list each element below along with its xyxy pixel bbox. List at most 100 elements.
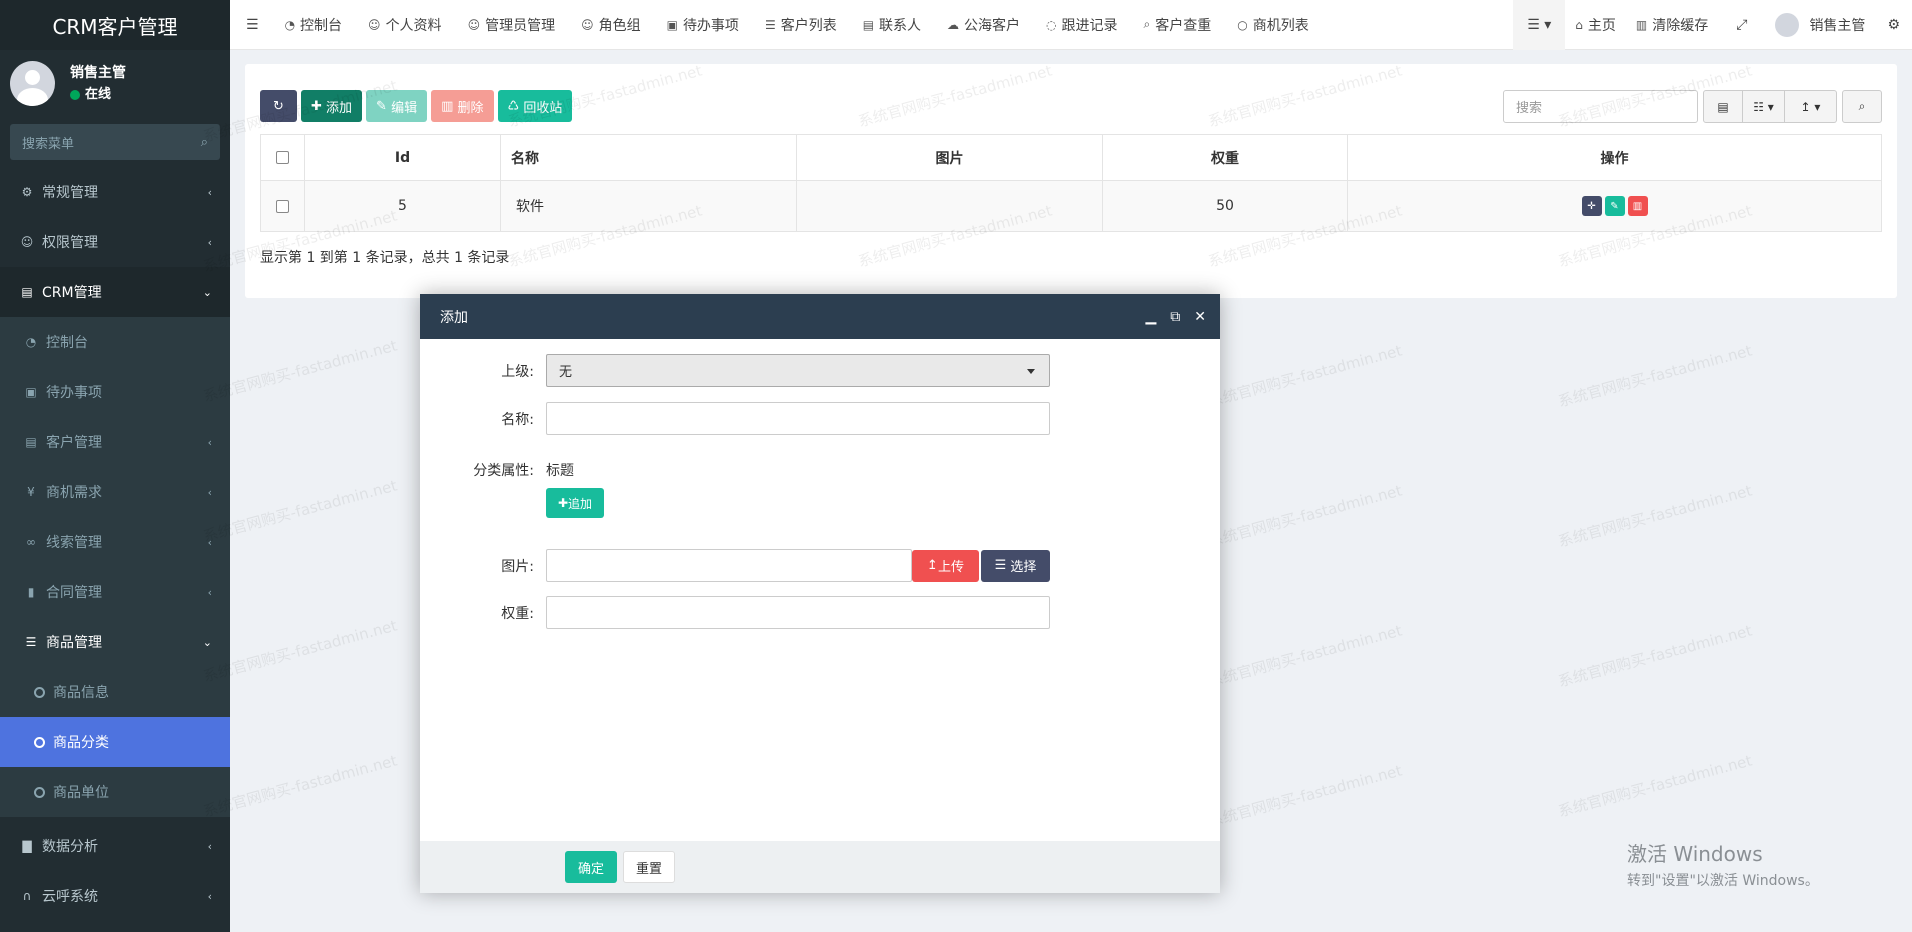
name-input[interactable] <box>546 402 1050 435</box>
tab-dashboard[interactable]: ◔ 控制台 <box>272 0 355 50</box>
row-edit-button[interactable]: ✎ <box>1604 196 1625 216</box>
menu-search-input[interactable]: 搜索菜单 ⌕ <box>10 124 220 160</box>
select-all-checkbox[interactable] <box>276 151 289 164</box>
weight-input[interactable] <box>546 596 1050 629</box>
drag-sort-button[interactable]: ✛ <box>1581 196 1602 216</box>
col-header-weight[interactable]: 权重 <box>1103 135 1348 180</box>
row-select-cell <box>261 181 305 231</box>
sidebar-item-dashboard[interactable]: ◔ 控制台 <box>0 317 230 367</box>
home-link[interactable]: ⌂ 主页 <box>1565 0 1626 50</box>
tab-dedupe[interactable]: ⌕ 客户查重 <box>1131 0 1225 50</box>
delete-button[interactable]: ▥ 删除 <box>431 90 494 122</box>
reset-button[interactable]: 重置 <box>623 851 675 883</box>
tab-profile[interactable]: ☺ 个人资料 <box>355 0 455 50</box>
sidebar-item-leads[interactable]: ∞ 线索管理 ‹ <box>0 517 230 567</box>
columns-button[interactable]: ☷ ▾ <box>1743 90 1785 123</box>
image-input[interactable] <box>546 549 912 582</box>
idcard-icon: ▤ <box>21 285 33 299</box>
sidebar-item-product-unit[interactable]: 商品单位 <box>0 767 230 817</box>
row-checkbox[interactable] <box>276 199 289 213</box>
clear-cache-label: 清除缓存 <box>1652 18 1709 34</box>
image-row: 图片: ↥ 上传 ☰ 选择 <box>420 549 1050 582</box>
row-delete-button[interactable]: ▥ <box>1627 196 1648 216</box>
toolbar-right: 搜索 ▤ ☷ ▾ ↥ ▾ ⌕ <box>1503 90 1882 123</box>
avatar <box>10 61 55 106</box>
col-header-name[interactable]: 名称 <box>501 135 797 180</box>
list-icon: ☰ <box>25 635 37 649</box>
tab-label: 商机列表 <box>1252 17 1309 34</box>
watermark: 系统官网购买-fastadmin.net <box>1556 621 1755 691</box>
tab-todo[interactable]: ▣ 待办事项 <box>654 0 752 50</box>
attr-add-button[interactable]: ✚ 追加 <box>546 488 604 518</box>
tab-opportunities[interactable]: ○ 商机列表 <box>1224 0 1321 50</box>
table-search-input[interactable]: 搜索 <box>1503 90 1698 123</box>
tab-label: 待办事项 <box>682 17 739 34</box>
sidebar-item-contracts[interactable]: ▮ 合同管理 ‹ <box>0 567 230 617</box>
cell-id: 5 <box>305 181 501 231</box>
watermark: 系统官网购买-fastadmin.net <box>1556 751 1755 821</box>
search-button[interactable]: ⌕ <box>1842 90 1882 123</box>
clear-cache-button[interactable]: ▥ 清除缓存 <box>1626 0 1718 50</box>
parent-label: 上级: <box>501 363 534 380</box>
choose-button[interactable]: ☰ 选择 <box>981 549 1050 582</box>
cell-image <box>797 181 1103 231</box>
sidebar-item-auth[interactable]: ☺ 权限管理 ‹ <box>0 217 230 267</box>
table-row[interactable]: 5 软件 50 ✛ ✎ ▥ <box>261 181 1881 231</box>
dashboard-icon: ◔ <box>284 17 296 32</box>
sidebar-item-analytics[interactable]: ▇ 数据分析 ‹ <box>0 817 230 871</box>
sidebar-item-business[interactable]: ¥ 商机需求 ‹ <box>0 467 230 517</box>
sidebar-item-product-info[interactable]: 商品信息 <box>0 667 230 717</box>
tab-customer-list[interactable]: ☰ 客户列表 <box>752 0 850 50</box>
upload-label: 上传 <box>937 560 964 575</box>
tab-dropdown-icon[interactable]: ☰ ▾ <box>1513 0 1566 50</box>
tab-admin[interactable]: ☺ 管理员管理 <box>455 0 569 50</box>
col-header-id[interactable]: Id <box>305 135 501 180</box>
sidebar-item-label: 线索管理 <box>46 535 102 551</box>
menu-toggle-icon[interactable]: ☰ <box>230 0 272 50</box>
parent-select[interactable]: 无 <box>546 354 1050 387</box>
trash-icon: ▥ <box>1632 200 1643 212</box>
watermark: 系统官网购买-fastadmin.net <box>1556 341 1755 411</box>
confirm-button[interactable]: 确定 <box>565 851 617 883</box>
settings-icon[interactable]: ⚙ <box>1875 0 1912 50</box>
refresh-button[interactable]: ↻ <box>260 90 297 122</box>
sidebar-item-todo[interactable]: ▣ 待办事项 <box>0 367 230 417</box>
tab-roles[interactable]: ☺ 角色组 <box>568 0 654 50</box>
image-label: 图片: <box>501 558 534 575</box>
recycle-button[interactable]: ♺ 回收站 <box>497 90 573 122</box>
tab-followup[interactable]: ◌ 跟进记录 <box>1033 0 1130 50</box>
close-icon[interactable]: ✕ <box>1194 309 1206 325</box>
tab-contacts[interactable]: ▤ 联系人 <box>850 0 934 50</box>
minimize-icon[interactable]: ▁ <box>1145 309 1156 325</box>
sidebar-item-products[interactable]: ☰ 商品管理 ⌄ <box>0 617 230 667</box>
upload-button[interactable]: ↥ 上传 <box>912 549 979 582</box>
fullscreen-icon[interactable]: ⤢ <box>1718 0 1765 50</box>
tab-label: 公海客户 <box>964 17 1021 34</box>
sidebar-item-product-category[interactable]: 商品分类 <box>0 717 230 767</box>
cloud-icon: ☁ <box>947 17 960 32</box>
delete-label: 删除 <box>457 100 484 116</box>
recycle-label: 回收站 <box>523 100 563 116</box>
chevron-left-icon: ‹ <box>207 839 212 853</box>
search-icon[interactable]: ⌕ <box>201 135 208 150</box>
watermark: 系统官网购买-fastadmin.net <box>1206 761 1405 831</box>
tab-label: 客户列表 <box>780 17 837 34</box>
sidebar-item-crm[interactable]: ▤ CRM管理 ⌄ <box>0 267 230 317</box>
toggle-view-button[interactable]: ▤ <box>1703 90 1743 123</box>
sidebar-item-general[interactable]: ⚙ 常规管理 ‹ <box>0 167 230 217</box>
sidebar-item-label: 商品管理 <box>46 635 102 651</box>
user-menu[interactable]: 销售主管 <box>1765 0 1875 50</box>
sidebar-item-customers[interactable]: ▤ 客户管理 ‹ <box>0 417 230 467</box>
sidebar-item-label: 权限管理 <box>42 235 98 251</box>
app-title[interactable]: CRM客户管理 <box>0 0 230 50</box>
sidebar-item-cloudcall[interactable]: ∩ 云呼系统 ‹ <box>0 871 230 921</box>
edit-button[interactable]: ✎ 编辑 <box>366 90 428 122</box>
add-button[interactable]: ✚ 添加 <box>301 90 363 122</box>
col-header-image[interactable]: 图片 <box>797 135 1103 180</box>
parent-select-value: 无 <box>559 365 573 380</box>
tab-public-customers[interactable]: ☁ 公海客户 <box>934 0 1033 50</box>
chevron-down-icon: ⌄ <box>202 285 212 299</box>
watermark: 系统官网购买-fastadmin.net <box>1206 341 1405 411</box>
export-button[interactable]: ↥ ▾ <box>1785 90 1837 123</box>
restore-icon[interactable]: ⧉ <box>1170 309 1180 325</box>
